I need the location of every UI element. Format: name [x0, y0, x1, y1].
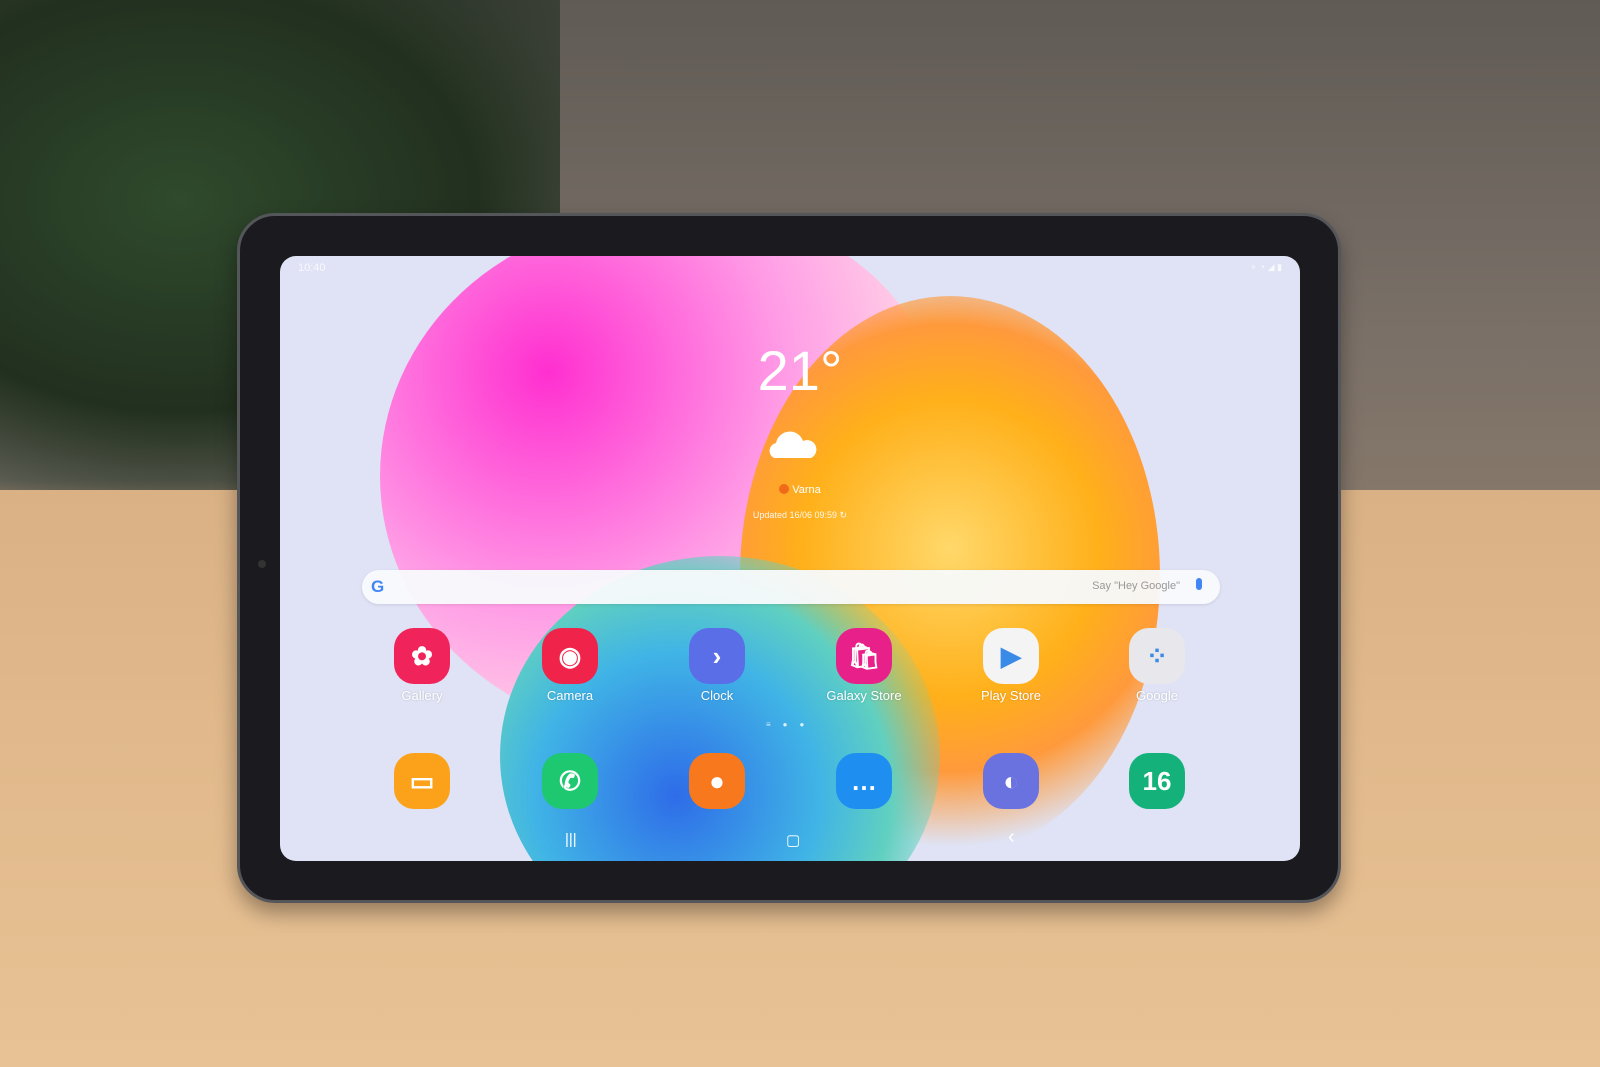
app-play-store[interactable]: ▶ Play Store — [961, 628, 1061, 703]
messages-icon: … — [836, 753, 892, 809]
camera-icon: ◉ — [542, 628, 598, 684]
app-google[interactable]: ⁘ Google — [1107, 628, 1207, 703]
app-label: Play Store — [981, 688, 1041, 703]
weather-location: Varna — [720, 484, 880, 496]
back-button[interactable]: ‹ — [1008, 826, 1015, 849]
app-clock[interactable]: › Clock — [667, 628, 767, 703]
dock-phone[interactable]: ✆ — [520, 753, 620, 809]
front-camera — [258, 560, 266, 568]
refresh-icon[interactable]: ↻ — [840, 510, 848, 520]
temperature: 21° — [757, 339, 843, 402]
dock-my-files[interactable]: ▭ — [372, 753, 472, 809]
app-label: Gallery — [401, 688, 443, 703]
app-label: Google — [1136, 688, 1178, 703]
internet-icon: ◐ — [983, 753, 1039, 809]
home-button[interactable]: ▢ — [786, 831, 800, 849]
page-indicator[interactable]: ≡●● — [766, 720, 816, 729]
app-camera[interactable]: ◉ Camera — [520, 628, 620, 703]
status-time: 10:40 — [298, 262, 326, 274]
dock-internet[interactable]: ◐ — [961, 753, 1061, 809]
galaxy-store-icon: 🛍 — [836, 628, 892, 684]
cloud-icon — [769, 431, 817, 458]
app-galaxy-store[interactable]: 🛍 Galaxy Store — [814, 628, 914, 703]
dock-messages[interactable]: … — [814, 753, 914, 809]
my-files-icon: ▭ — [394, 753, 450, 809]
app-gallery[interactable]: ✿ Gallery — [372, 628, 472, 703]
clock-icon: › — [689, 628, 745, 684]
home-screen: 10:40 ⚬ ◔ ◢ ▮ 21° Varna Updated 16/06 09… — [280, 256, 1300, 861]
dock-calendar[interactable]: 16 — [1107, 753, 1207, 809]
recents-button[interactable]: ||| — [565, 831, 577, 848]
warning-icon — [779, 484, 790, 494]
phone-icon: ✆ — [542, 753, 598, 809]
dock-contacts[interactable]: ● — [667, 753, 767, 809]
mic-icon[interactable] — [1196, 578, 1202, 590]
search-placeholder: Say "Hey Google" — [1092, 580, 1180, 592]
google-icon: ⁘ — [1129, 628, 1185, 684]
app-label: Camera — [546, 688, 594, 703]
play-store-icon: ▶ — [983, 628, 1039, 684]
google-logo: G — [371, 577, 385, 596]
google-search-bar[interactable]: G Say "Hey Google" — [362, 570, 1220, 604]
weather-updated[interactable]: Updated 16/06 09:59 ↻ — [700, 510, 900, 521]
calendar-icon: 16 — [1129, 753, 1185, 809]
app-label: Galaxy Store — [826, 688, 902, 703]
contacts-icon: ● — [689, 753, 745, 809]
app-label: Clock — [700, 688, 734, 703]
gallery-icon: ✿ — [394, 628, 450, 684]
status-icons: ⚬ ◔ ◢ ▮ — [1249, 262, 1282, 272]
